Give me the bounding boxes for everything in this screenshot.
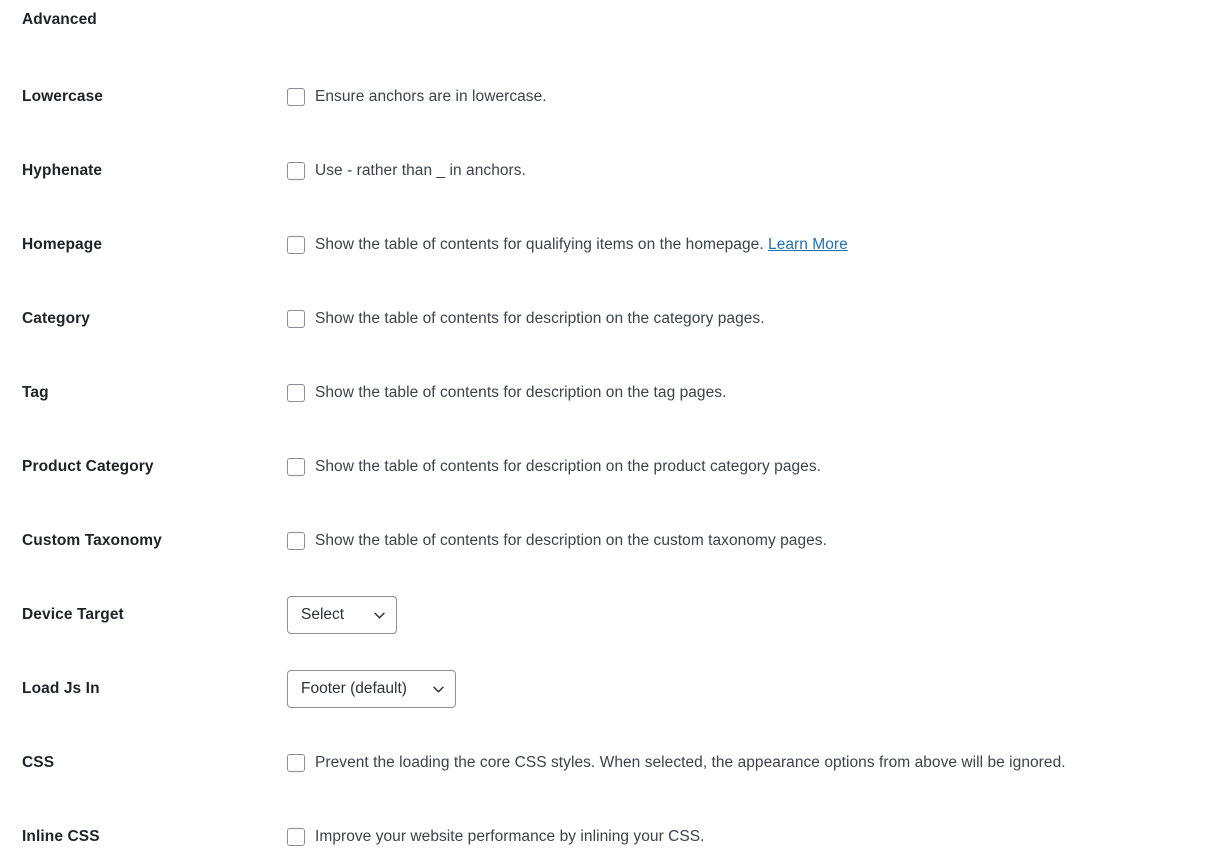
checkbox-tag[interactable]	[287, 384, 305, 402]
settings-row-custom-taxonomy: Custom Taxonomy Show the table of conten…	[0, 504, 1222, 578]
row-label-css: CSS	[22, 754, 55, 771]
select-load-js-in[interactable]: Footer (default)	[287, 670, 456, 708]
checkbox-homepage[interactable]	[287, 236, 305, 254]
settings-table: Lowercase Ensure anchors are in lowercas…	[0, 60, 1222, 860]
checkbox-group-product-category: Show the table of contents for descripti…	[287, 456, 1222, 478]
checkbox-custom-taxonomy[interactable]	[287, 532, 305, 550]
checkbox-group-hyphenate: Use - rather than _ in anchors.	[287, 160, 1222, 182]
checkbox-group-homepage: Show the table of contents for qualifyin…	[287, 234, 1222, 256]
row-field-device-target: Select	[287, 578, 1222, 652]
row-label-custom-taxonomy: Custom Taxonomy	[22, 532, 162, 549]
select-device-target[interactable]: Select	[287, 596, 397, 634]
row-field-inline-css: Improve your website performance by inli…	[287, 800, 1222, 860]
row-label-hyphenate: Hyphenate	[22, 162, 103, 179]
settings-row-product-category: Product Category Show the table of conte…	[0, 430, 1222, 504]
checkbox-css[interactable]	[287, 754, 305, 772]
description-tag: Show the table of contents for descripti…	[315, 383, 727, 401]
description-lowercase: Ensure anchors are in lowercase.	[315, 87, 547, 105]
settings-row-hyphenate: Hyphenate Use - rather than _ in anchors…	[0, 134, 1222, 208]
advanced-settings-page: Advanced Lowercase Ensure anchors are in…	[0, 0, 1222, 860]
row-field-tag: Show the table of contents for descripti…	[287, 356, 1222, 430]
description-hyphenate: Use - rather than _ in anchors.	[315, 161, 526, 179]
description-custom-taxonomy: Show the table of contents for descripti…	[315, 531, 827, 549]
row-label-load-js-in: Load Js In	[22, 680, 100, 697]
row-field-custom-taxonomy: Show the table of contents for descripti…	[287, 504, 1222, 578]
checkbox-group-inline-css: Improve your website performance by inli…	[287, 826, 1222, 848]
checkbox-group-tag: Show the table of contents for descripti…	[287, 382, 1222, 404]
settings-row-tag: Tag Show the table of contents for descr…	[0, 356, 1222, 430]
checkbox-product-category[interactable]	[287, 458, 305, 476]
row-label-inline-css: Inline CSS	[22, 828, 100, 845]
checkbox-group-custom-taxonomy: Show the table of contents for descripti…	[287, 530, 1222, 552]
row-field-lowercase: Ensure anchors are in lowercase.	[287, 60, 1222, 134]
row-label-product-category: Product Category	[22, 458, 154, 475]
checkbox-group-lowercase: Ensure anchors are in lowercase.	[287, 86, 1222, 108]
section-heading-advanced: Advanced	[22, 11, 97, 28]
description-css: Prevent the loading the core CSS styles.…	[315, 753, 1066, 771]
description-homepage: Show the table of contents for qualifyin…	[315, 234, 848, 256]
chevron-down-icon	[372, 608, 387, 623]
row-label-device-target: Device Target	[22, 606, 124, 623]
description-homepage-text: Show the table of contents for qualifyin…	[315, 235, 764, 253]
settings-row-lowercase: Lowercase Ensure anchors are in lowercas…	[0, 60, 1222, 134]
checkbox-category[interactable]	[287, 310, 305, 328]
description-inline-css: Improve your website performance by inli…	[315, 827, 705, 845]
row-label-category: Category	[22, 310, 90, 327]
settings-row-css: CSS Prevent the loading the core CSS sty…	[0, 726, 1222, 800]
row-field-category: Show the table of contents for descripti…	[287, 282, 1222, 356]
row-field-load-js-in: Footer (default)	[287, 652, 1222, 726]
settings-row-homepage: Homepage Show the table of contents for …	[0, 208, 1222, 282]
checkbox-group-css: Prevent the loading the core CSS styles.…	[287, 752, 1222, 774]
settings-row-device-target: Device Target Select	[0, 578, 1222, 652]
select-load-js-in-value: Footer (default)	[301, 680, 407, 697]
checkbox-hyphenate[interactable]	[287, 162, 305, 180]
row-field-product-category: Show the table of contents for descripti…	[287, 430, 1222, 504]
row-label-homepage: Homepage	[22, 236, 103, 253]
select-device-target-value: Select	[301, 606, 345, 623]
description-category: Show the table of contents for descripti…	[315, 309, 765, 327]
chevron-down-icon	[431, 682, 446, 697]
settings-row-inline-css: Inline CSS Improve your website performa…	[0, 800, 1222, 860]
checkbox-inline-css[interactable]	[287, 828, 305, 846]
checkbox-lowercase[interactable]	[287, 88, 305, 106]
row-label-lowercase: Lowercase	[22, 88, 104, 105]
settings-row-category: Category Show the table of contents for …	[0, 282, 1222, 356]
settings-row-load-js-in: Load Js In Footer (default)	[0, 652, 1222, 726]
description-product-category: Show the table of contents for descripti…	[315, 457, 821, 475]
row-label-tag: Tag	[22, 384, 49, 401]
learn-more-link[interactable]: Learn More	[768, 236, 848, 253]
row-field-hyphenate: Use - rather than _ in anchors.	[287, 134, 1222, 208]
row-field-css: Prevent the loading the core CSS styles.…	[287, 726, 1222, 800]
checkbox-group-category: Show the table of contents for descripti…	[287, 308, 1222, 330]
row-field-homepage: Show the table of contents for qualifyin…	[287, 208, 1222, 282]
